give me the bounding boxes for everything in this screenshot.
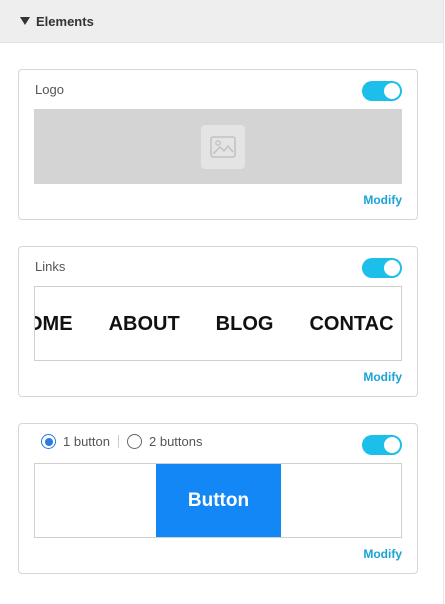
caret-down-icon: [20, 17, 30, 25]
links-modify-link[interactable]: Modify: [363, 370, 402, 384]
options-divider: [118, 435, 119, 448]
toggle-knob: [384, 260, 400, 276]
radio-two-buttons[interactable]: [127, 434, 142, 449]
nav-item-about: ABOUT: [108, 313, 180, 335]
links-card: Links OME ABOUT BLOG CONTAC Modify: [18, 246, 418, 397]
button-count-options: 1 button 2 buttons: [41, 434, 203, 449]
logo-preview: [34, 109, 402, 184]
toggle-knob: [384, 83, 400, 99]
radio-two-buttons-label[interactable]: 2 buttons: [149, 434, 203, 449]
toggle-knob: [384, 437, 400, 453]
preview-button[interactable]: Button: [156, 464, 281, 537]
nav-item-blog: BLOG: [215, 313, 274, 335]
radio-one-button[interactable]: [41, 434, 56, 449]
links-card-title: Links: [35, 259, 66, 274]
button-card: 1 button 2 buttons Button Modify: [18, 423, 418, 574]
button-preview: Button: [34, 463, 402, 538]
section-title: Elements: [36, 13, 94, 29]
links-toggle[interactable]: [362, 258, 402, 278]
radio-one-button-label[interactable]: 1 button: [63, 434, 110, 449]
logo-modify-link[interactable]: Modify: [363, 193, 402, 207]
links-preview: OME ABOUT BLOG CONTAC: [34, 286, 402, 361]
button-toggle[interactable]: [362, 435, 402, 455]
logo-card-title: Logo: [35, 82, 64, 97]
logo-card: Logo Modify: [18, 69, 418, 220]
logo-toggle[interactable]: [362, 81, 402, 101]
nav-item-home: OME: [35, 313, 73, 335]
elements-section-header[interactable]: Elements: [0, 0, 443, 43]
button-modify-link[interactable]: Modify: [363, 547, 402, 561]
image-placeholder-icon: [201, 125, 245, 169]
panel-divider: [443, 0, 444, 604]
nav-item-contact: CONTAC: [309, 313, 394, 335]
